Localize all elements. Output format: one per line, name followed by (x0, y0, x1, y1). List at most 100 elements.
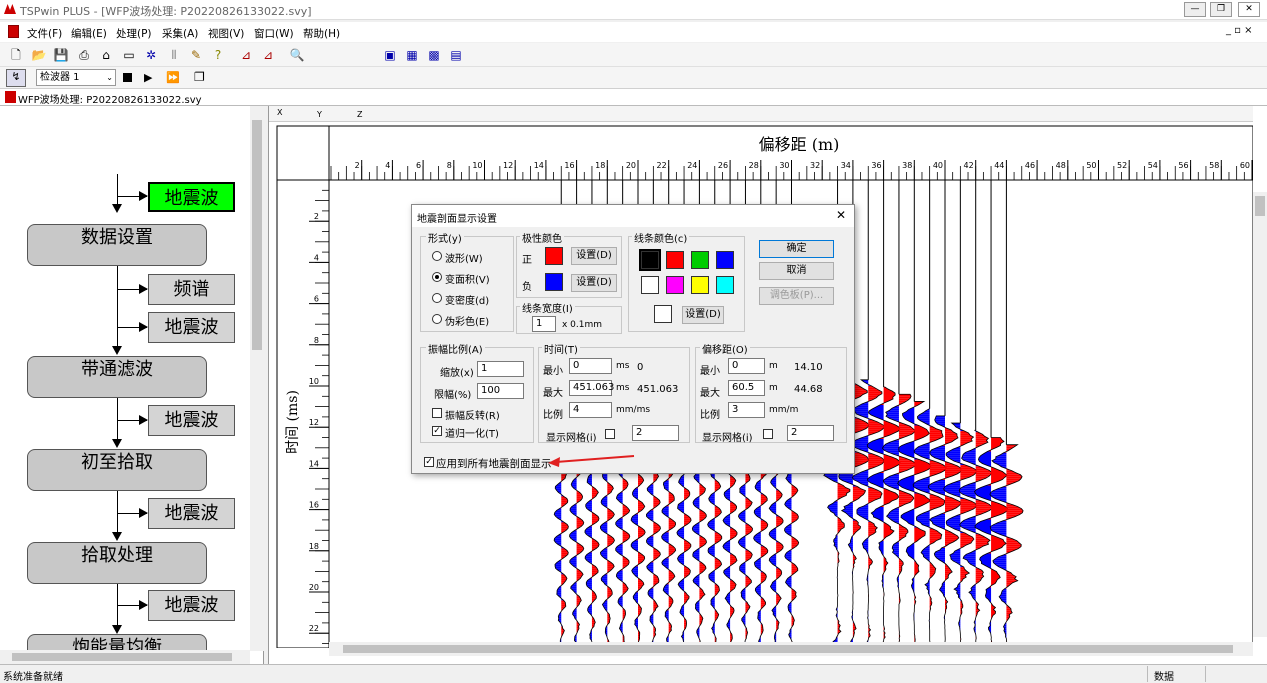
flow-sub-spectrum[interactable]: 频谱 (148, 274, 235, 305)
offset-max-input[interactable]: 60.5 (728, 380, 765, 396)
chart-icon[interactable]: ⊿ (238, 47, 254, 63)
flow-sub-seismic[interactable]: 地震波 (148, 312, 235, 343)
line-color-swatch[interactable] (666, 251, 684, 269)
detector-select[interactable]: 检波器 1 ⌄ (36, 69, 116, 86)
line-color-swatch[interactable] (716, 276, 734, 294)
stop-icon[interactable] (123, 73, 132, 82)
mdi-controls[interactable]: _ ▫ × (1226, 25, 1253, 36)
negative-color-swatch[interactable] (545, 273, 563, 291)
line-color-swatch[interactable] (641, 276, 659, 294)
time-max-input[interactable]: 451.063 (569, 380, 614, 396)
time-grid-input[interactable]: 2 (632, 425, 679, 441)
menu-help[interactable]: 帮助(H) (303, 26, 340, 41)
line-color-swatch[interactable] (691, 276, 709, 294)
close-window-button[interactable]: ✕ (1238, 2, 1260, 17)
flow-sub-seismic-active[interactable]: 地震波 (148, 182, 235, 212)
line-color-swatch[interactable] (639, 249, 661, 271)
radio-pseudocolor-label: 伪彩色(E) (445, 317, 490, 328)
pen-icon[interactable]: ✎ (188, 47, 204, 63)
x-tick-label: 6 (416, 161, 421, 170)
play-icon[interactable]: ▶ (144, 71, 152, 84)
tool-a-icon[interactable]: ▣ (382, 47, 398, 63)
tool-c-icon[interactable]: ▩ (426, 47, 442, 63)
menu-file[interactable]: 文件(F) (27, 26, 62, 41)
flow-sub-seismic[interactable]: 地震波 (148, 590, 235, 621)
y-tick-label: 4 (314, 253, 319, 262)
new-file-icon[interactable]: 🗋 (8, 47, 24, 63)
menu-process[interactable]: 处理(P) (116, 26, 152, 41)
columns-icon[interactable]: ⦀ (166, 47, 182, 63)
line-color-swatch[interactable] (691, 251, 709, 269)
positive-color-swatch[interactable] (545, 247, 563, 265)
fast-forward-icon[interactable]: ⏩ (166, 71, 180, 84)
line-color-swatch[interactable] (716, 251, 734, 269)
time-ratio-input[interactable]: 4 (569, 402, 612, 418)
time-min-input[interactable]: 0 (569, 358, 612, 374)
line-color-set-button[interactable]: 设置(D) (682, 306, 724, 324)
positive-set-button[interactable]: 设置(D) (571, 247, 617, 265)
seismic-display-settings-dialog: 地震剖面显示设置 ✕ 形式(y) 波形(W) 变面积(V) 变密度(d) 伪彩色… (411, 204, 855, 474)
scale-input[interactable]: 1 (477, 361, 524, 377)
cluster-icon[interactable]: ✲ (143, 47, 159, 63)
x-tick-label: 50 (1086, 161, 1096, 170)
flow-step-pick-process[interactable]: 拾取处理 (27, 542, 207, 584)
zoom-icon[interactable]: 🔍 (289, 47, 305, 63)
apply-all-checkbox[interactable]: ✓ (424, 457, 434, 467)
flow-horizontal-scrollbar[interactable] (0, 650, 250, 664)
menu-window[interactable]: 窗口(W) (254, 26, 294, 41)
document-tab[interactable]: WFP波场处理: P20220826133022.svy (18, 91, 202, 106)
cancel-button[interactable]: 取消 (759, 262, 834, 280)
save-icon[interactable]: 💾 (53, 47, 69, 63)
line-color-swatch[interactable] (666, 276, 684, 294)
invert-checkbox[interactable] (432, 408, 442, 418)
time-ratio-unit: mm/ms (616, 405, 651, 415)
ok-button[interactable]: 确定 (759, 240, 834, 258)
flow-step-first-break[interactable]: 初至拾取 (27, 449, 207, 491)
flow-sub-seismic[interactable]: 地震波 (148, 405, 235, 436)
radio-pseudocolor[interactable] (432, 314, 442, 324)
offset-min-input[interactable]: 0 (728, 358, 765, 374)
flow-step-bandpass[interactable]: 带通滤波 (27, 356, 207, 398)
radio-variable-area[interactable] (432, 272, 442, 282)
open-folder-icon[interactable]: 📂 (31, 47, 47, 63)
custom-line-color-swatch[interactable] (654, 305, 672, 323)
plot-vertical-scrollbar[interactable] (1253, 192, 1267, 637)
palette-button[interactable]: 调色板(P)... (759, 287, 834, 305)
x-tick-label: 44 (994, 161, 1004, 170)
flow-step-data-setup[interactable]: 数据设置 (27, 224, 207, 266)
negative-set-button[interactable]: 设置(D) (571, 274, 617, 292)
clip-input[interactable]: 100 (477, 383, 524, 399)
menu-edit[interactable]: 编辑(E) (71, 26, 107, 41)
offset-ratio-input[interactable]: 3 (728, 402, 765, 418)
menu-view[interactable]: 视图(V) (208, 26, 244, 41)
preview-icon[interactable]: ⌂ (98, 47, 114, 63)
tool-b-icon[interactable]: ▦ (404, 47, 420, 63)
x-tick-label: 46 (1025, 161, 1035, 170)
menu-acquire[interactable]: 采集(A) (162, 26, 198, 41)
restore-button[interactable]: ❐ (1210, 2, 1232, 17)
window-icon[interactable]: ▭ (121, 47, 137, 63)
flow-vertical-scrollbar[interactable] (250, 106, 264, 651)
help-query-icon[interactable]: ? (210, 47, 226, 63)
x-tick-label: 54 (1148, 161, 1158, 170)
copy-window-icon[interactable]: ❐ (194, 70, 205, 84)
offset-max-ref: 44.68 (794, 384, 823, 395)
offset-grid-input[interactable]: 2 (787, 425, 834, 441)
chart-alt-icon[interactable]: ⊿ (260, 47, 276, 63)
minimize-button[interactable]: — (1184, 2, 1206, 17)
print-icon[interactable]: ⎙ (76, 47, 92, 63)
line-width-input[interactable]: 1 (532, 316, 556, 332)
offset-grid-label: 显示网格(i) (702, 433, 753, 444)
flow-sub-seismic[interactable]: 地震波 (148, 498, 235, 529)
plot-horizontal-scrollbar[interactable] (329, 642, 1253, 656)
column-header: X Y Z (269, 106, 1253, 122)
radio-variable-density[interactable] (432, 293, 442, 303)
time-grid-checkbox[interactable] (605, 429, 615, 439)
radio-waveform[interactable] (432, 251, 442, 261)
y-tick-label: 2 (314, 212, 319, 221)
normalize-checkbox[interactable]: ✓ (432, 426, 442, 436)
tool-d-icon[interactable]: ▤ (448, 47, 464, 63)
close-icon[interactable]: ✕ (836, 208, 846, 222)
offset-grid-checkbox[interactable] (763, 429, 773, 439)
wizard-icon[interactable]: ↯ (6, 69, 26, 87)
